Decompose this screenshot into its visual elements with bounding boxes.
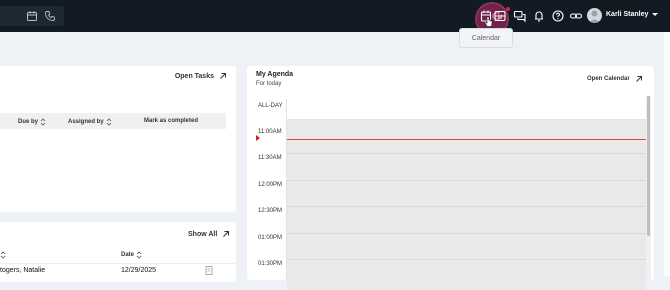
column-date[interactable]: Date (121, 251, 142, 259)
row-date: 12/29/2025 (121, 267, 157, 274)
slot-divider (287, 153, 646, 154)
column-due-by[interactable]: Due by (18, 118, 46, 126)
right-panel-edge (664, 32, 670, 276)
phone-icon[interactable] (44, 10, 56, 22)
help-icon[interactable] (550, 8, 566, 24)
bell-icon[interactable] (531, 8, 547, 24)
sort-icon[interactable] (106, 118, 112, 126)
slot-divider (287, 206, 646, 207)
open-calendar-link[interactable]: Open Calendar (587, 75, 643, 83)
show-all-label[interactable]: Show All (188, 231, 217, 238)
arrow-up-right-icon[interactable] (222, 230, 230, 238)
column-mark-completed: Mark as completed (144, 118, 199, 124)
chevron-down-icon[interactable] (652, 13, 658, 16)
chat-icon[interactable] (512, 8, 528, 24)
hand-cursor-icon (484, 16, 493, 27)
recent-items-card: Show All Date togers, Natalie 12/29/2025 (0, 222, 236, 282)
calendar-tooltip: Calendar (459, 28, 513, 48)
sort-icon[interactable] (136, 251, 142, 259)
quick-search-box[interactable] (0, 6, 64, 26)
agenda-card: My Agenda For today Open Calendar ALL-DA… (247, 66, 654, 290)
arrow-up-right-icon[interactable] (635, 75, 643, 83)
time-label: 01:00PM (258, 235, 283, 241)
row-contact-name[interactable]: togers, Natalie (0, 267, 45, 274)
time-label: 12:30PM (258, 208, 283, 214)
time-label: 11:30AM (258, 155, 282, 161)
all-day-label: ALL-DAY (258, 103, 283, 109)
agenda-time-grid[interactable] (286, 99, 646, 290)
column-assigned-by[interactable]: Assigned by (68, 118, 112, 126)
current-time-line (287, 139, 646, 140)
recent-table-header: Date (0, 250, 236, 264)
time-label: 12:00PM (258, 182, 283, 188)
all-day-row[interactable] (287, 99, 646, 120)
tasks-card: Open Tasks Due by Assigned by Mark as co… (0, 66, 236, 212)
slot-divider (287, 180, 646, 181)
agenda-slots[interactable] (287, 120, 646, 290)
time-label: 11:00AM (258, 129, 282, 135)
current-time-marker (256, 135, 260, 141)
slot-divider (287, 233, 646, 234)
user-name[interactable]: Karli Stanley (606, 11, 648, 18)
notification-dot (506, 7, 510, 11)
time-label: 01:30PM (258, 261, 283, 267)
top-navigation-bar: Karli Stanley (0, 0, 670, 34)
avatar[interactable] (587, 8, 602, 23)
calendar-icon[interactable] (26, 10, 38, 22)
open-tasks-label[interactable]: Open Tasks (175, 73, 214, 80)
agenda-title: My Agenda (256, 71, 294, 78)
agenda-subtitle: For today (256, 81, 282, 87)
show-all-link[interactable]: Show All (188, 230, 230, 238)
arrow-up-right-icon[interactable] (219, 72, 227, 80)
tasks-table-header: Due by Assigned by Mark as completed (0, 113, 226, 129)
link-icon[interactable] (568, 8, 584, 24)
document-icon[interactable] (205, 266, 213, 275)
sort-icon[interactable] (0, 251, 6, 259)
slot-divider (287, 259, 646, 260)
sort-icon[interactable] (40, 118, 46, 126)
agenda-scrollbar-thumb[interactable] (647, 96, 650, 236)
open-tasks-link[interactable]: Open Tasks (175, 72, 227, 80)
open-calendar-label[interactable]: Open Calendar (587, 76, 630, 82)
